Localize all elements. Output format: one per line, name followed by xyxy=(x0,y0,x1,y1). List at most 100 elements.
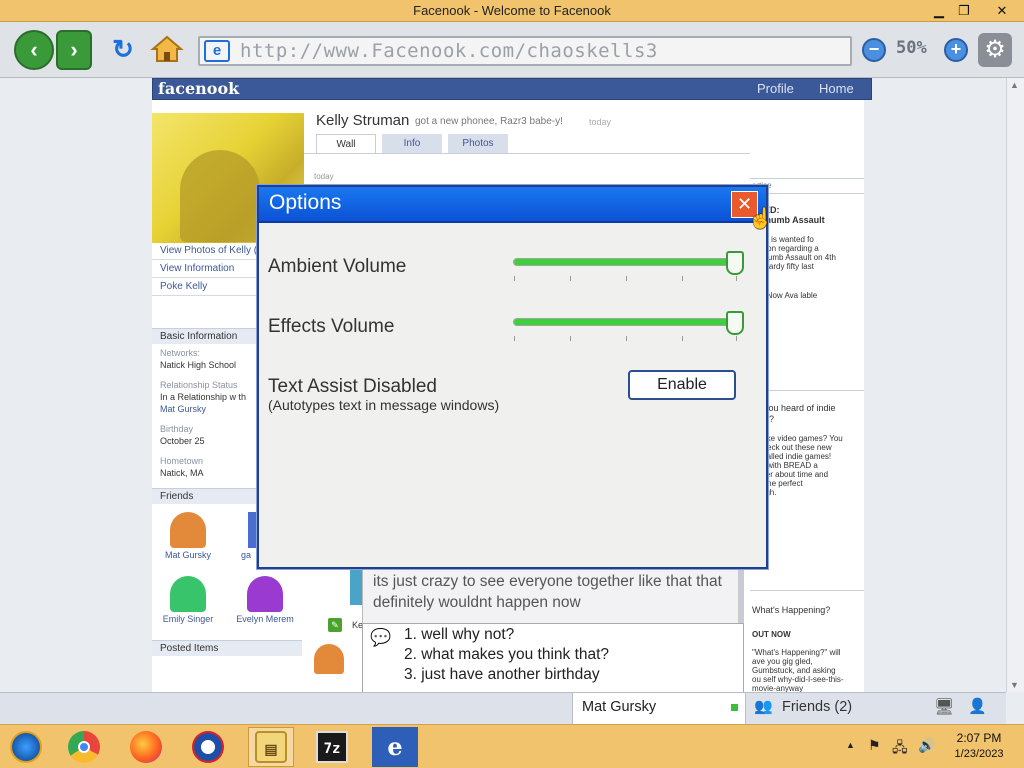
slider-tick xyxy=(626,336,627,341)
effects-volume-handle[interactable] xyxy=(726,311,744,335)
scroll-down-icon[interactable]: ▼ xyxy=(1010,680,1019,690)
refresh-icon: ↻ xyxy=(112,34,134,64)
posted-items-header: Posted Items xyxy=(152,640,302,656)
friend-name[interactable]: Mat Gursky xyxy=(152,550,224,560)
refresh-button[interactable]: ↻ xyxy=(108,34,138,64)
slider-tick xyxy=(682,276,683,281)
friend-name[interactable]: Emily Singer xyxy=(152,614,224,624)
friend-avatar[interactable] xyxy=(170,512,206,548)
forward-button[interactable]: › xyxy=(56,30,92,70)
info-value: Natick High School xyxy=(160,360,237,370)
info-value: Natick, MA xyxy=(160,468,204,478)
slider-tick xyxy=(570,336,571,341)
friend-name[interactable]: Evelyn Merem xyxy=(229,614,301,624)
nav-home[interactable]: Home xyxy=(819,81,854,96)
divider xyxy=(750,178,864,179)
slider-tick xyxy=(626,276,627,281)
happening-line: ou self why-did-I-see-this- xyxy=(752,675,844,684)
hand-cursor-icon: ☝ xyxy=(748,208,773,230)
info-label: Hometown xyxy=(160,456,204,466)
view-photos-link[interactable]: View Photos of Kelly ( xyxy=(160,245,257,256)
settings-button[interactable]: ⚙ xyxy=(978,33,1012,67)
zoom-out-icon: − xyxy=(868,39,880,59)
chat-option[interactable]: 2. what makes you think that? xyxy=(404,646,609,664)
chat-message: its just crazy to see everyone together … xyxy=(373,573,722,611)
friends-online-label[interactable]: Friends (2) xyxy=(782,699,852,715)
chrome-icon[interactable] xyxy=(68,731,100,763)
happening-line: "What's Happening?" will xyxy=(752,648,841,657)
facenook-logo[interactable]: facenook xyxy=(158,79,239,98)
home-button[interactable] xyxy=(150,34,184,64)
slider-tick xyxy=(570,276,571,281)
tabs-divider xyxy=(304,153,750,154)
obama-icon[interactable] xyxy=(192,731,224,763)
tab-wall[interactable]: Wall xyxy=(316,134,376,153)
ie-icon[interactable] xyxy=(10,731,42,763)
zoom-out-button[interactable]: − xyxy=(862,38,886,62)
chat-option[interactable]: 3. just have another birthday xyxy=(404,666,600,684)
relationship-link[interactable]: Mat Gursky xyxy=(160,404,206,414)
chat-option[interactable]: 1. well why not? xyxy=(404,626,514,644)
clock-time[interactable]: 2:07 PM xyxy=(946,731,1012,745)
chat-settings-icon[interactable]: 🖥 xyxy=(934,697,954,717)
7zip-icon[interactable]: 7z xyxy=(316,731,348,763)
gear-icon: ⚙ xyxy=(984,36,1006,63)
poke-link[interactable]: Poke Kelly xyxy=(160,281,207,292)
slider-tick xyxy=(682,336,683,341)
window-title: Facenook - Welcome to Facenook xyxy=(413,3,611,18)
dialog-title: Options xyxy=(269,191,342,214)
happening-line: ave you gig gled, xyxy=(752,657,813,666)
wall-avatar[interactable] xyxy=(314,644,344,674)
chat-bubbles-icon: 💬 xyxy=(370,628,392,647)
firefox-icon[interactable] xyxy=(130,731,162,763)
nav-profile[interactable]: Profile xyxy=(757,81,794,96)
chat-scrollbar[interactable] xyxy=(738,567,744,623)
ambient-volume-fill xyxy=(514,259,736,265)
volume-icon[interactable]: 🔊 xyxy=(918,737,935,754)
minimize-button[interactable]: ▁ xyxy=(926,2,952,19)
url-text: http://www.Facenook.com/chaoskells3 xyxy=(240,40,658,62)
page-icon: e xyxy=(204,40,230,62)
slider-tick xyxy=(514,276,515,281)
slider-tick xyxy=(736,336,737,341)
profile-name: Kelly Struman xyxy=(316,112,410,129)
info-value: October 25 xyxy=(160,436,205,446)
scroll-up-icon[interactable]: ▲ xyxy=(1010,80,1019,90)
effects-volume-label: Effects Volume xyxy=(268,316,395,337)
friends-icon: 👥 xyxy=(754,698,773,715)
maximize-button[interactable]: ❐ xyxy=(951,2,977,19)
zoom-in-icon: + xyxy=(950,39,962,59)
ambient-volume-handle[interactable] xyxy=(726,251,744,275)
happening-line: Gumbstuck, and asking xyxy=(752,666,836,675)
view-information-link[interactable]: View Information xyxy=(160,263,234,274)
friend-avatar[interactable] xyxy=(170,576,206,612)
network-icon[interactable]: 🖧 xyxy=(892,737,908,761)
divider xyxy=(750,590,864,591)
text-assist-label: Text Assist Disabled xyxy=(268,376,437,397)
chat-tab-name[interactable]: Mat Gursky xyxy=(582,699,656,715)
tab-info[interactable]: Info xyxy=(382,134,442,153)
back-button[interactable]: ‹ xyxy=(14,30,54,70)
chat-status-icon[interactable]: 👤 xyxy=(968,697,987,715)
zoom-in-button[interactable]: + xyxy=(944,38,968,62)
tray-expand-icon[interactable]: ▲ xyxy=(846,740,855,750)
text-assist-description: (Autotypes text in message windows) xyxy=(268,397,500,413)
ie-browser-icon[interactable]: e xyxy=(379,731,411,763)
happening-sub: OUT NOW xyxy=(752,630,791,639)
folder-icon[interactable]: ▤ xyxy=(255,731,287,763)
slider-tick xyxy=(514,336,515,341)
forward-arrow-icon: › xyxy=(70,37,78,62)
back-arrow-icon: ‹ xyxy=(30,37,38,62)
friend-avatar[interactable] xyxy=(247,576,283,612)
close-window-button[interactable]: ✕ xyxy=(984,2,1020,19)
wall-date: today xyxy=(314,172,334,181)
effects-volume-fill xyxy=(514,319,736,325)
page-scrollbar[interactable]: ▲ ▼ xyxy=(1006,78,1024,692)
tab-photos[interactable]: Photos xyxy=(448,134,508,153)
clock-date[interactable]: 1/23/2023 xyxy=(946,748,1012,760)
slider-tick xyxy=(736,276,737,281)
flag-icon[interactable]: ⚑ xyxy=(868,737,881,754)
enable-text-assist-button[interactable]: Enable xyxy=(628,370,736,400)
status-time: today xyxy=(589,117,612,127)
zoom-level: 50% xyxy=(896,38,927,58)
